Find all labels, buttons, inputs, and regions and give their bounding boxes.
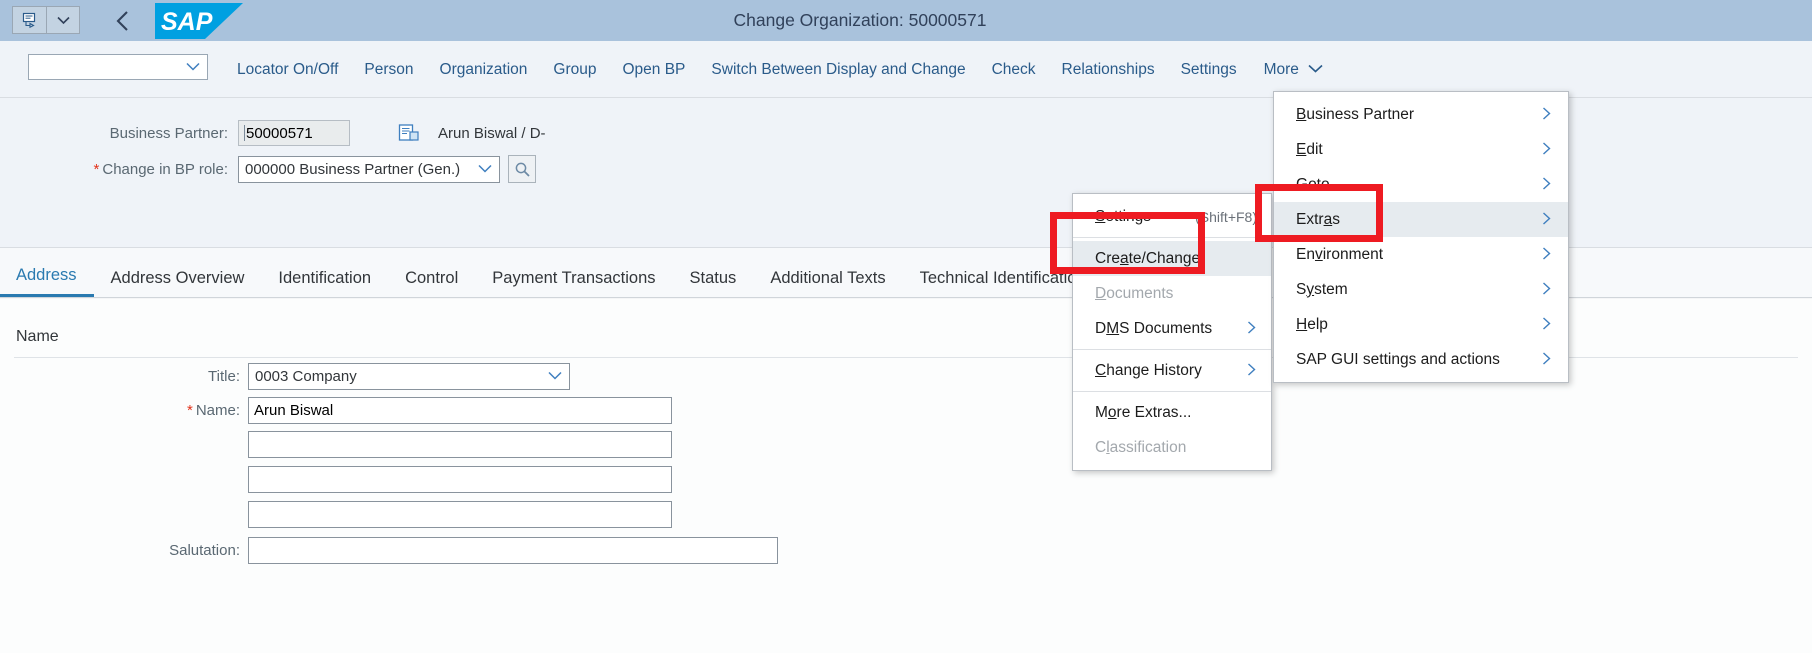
chevron-right-icon — [1220, 320, 1257, 338]
name-line2-row — [248, 431, 672, 458]
menu-item-environment[interactable]: Environment — [1274, 237, 1568, 272]
name-label: Name: — [195, 402, 240, 419]
tab-payment-transactions[interactable]: Payment Transactions — [475, 269, 672, 297]
toolbar-select[interactable] — [28, 54, 208, 80]
title-row: Title: 0003 Company — [60, 363, 570, 390]
name-line4-row — [248, 501, 672, 528]
toolbar-item-switch-display-change[interactable]: Switch Between Display and Change — [698, 41, 978, 98]
chevron-right-icon — [1515, 246, 1552, 264]
bp-role-value: 000000 Business Partner (Gen.) — [245, 160, 461, 178]
tab-address[interactable]: Address — [0, 266, 94, 297]
application-toolbar: Locator On/Off Person Organization Group… — [0, 41, 1812, 98]
chevron-down-icon — [547, 369, 563, 384]
system-button-group[interactable] — [12, 6, 80, 34]
sap-gui-window: SAP Change Organization: 50000571 Locato… — [0, 0, 1812, 653]
bp-input-value: 50000571 — [246, 124, 313, 142]
menu-item-change-history[interactable]: Change History — [1073, 353, 1271, 388]
menu-item-edit[interactable]: Edit — [1274, 132, 1568, 167]
toolbar-item-check[interactable]: Check — [979, 41, 1049, 98]
toolbar-items: Locator On/Off Person Organization Group… — [224, 41, 1338, 98]
chevron-down-icon[interactable] — [46, 7, 79, 33]
page-title-text: Change Organization: 50000571 — [733, 10, 987, 30]
chevron-right-icon — [1515, 106, 1552, 124]
chevron-down-icon — [477, 162, 493, 177]
title-bar: SAP Change Organization: 50000571 — [0, 0, 1812, 41]
chevron-down-icon — [185, 60, 201, 75]
tab-address-overview[interactable]: Address Overview — [94, 269, 262, 297]
toolbar-item-more[interactable]: More — [1250, 41, 1338, 98]
name-row: * Name: Arun Biswal — [60, 397, 672, 424]
menu-item-create-change[interactable]: Create/Change — [1073, 241, 1271, 276]
menu-item-extras[interactable]: Extras — [1274, 202, 1568, 237]
menu-item-system[interactable]: System — [1274, 272, 1568, 307]
toolbar-more-label: More — [1263, 60, 1299, 78]
title-select-value: 0003 Company — [255, 368, 357, 385]
menu-divider — [1073, 391, 1271, 392]
toolbar-item-person[interactable]: Person — [351, 41, 426, 98]
extras-submenu: Settings (Shift+F8) Create/Change Docume… — [1072, 193, 1272, 471]
bp-role-select[interactable]: 000000 Business Partner (Gen.) — [238, 155, 500, 183]
title-label: Title: — [208, 368, 240, 385]
chevron-right-icon — [1515, 211, 1552, 229]
salutation-input[interactable] — [248, 537, 778, 564]
tab-status[interactable]: Status — [673, 269, 754, 297]
more-dropdown-menu: Business Partner Edit Goto Extras Enviro… — [1273, 91, 1569, 383]
toolbar-item-open-bp[interactable]: Open BP — [610, 41, 699, 98]
command-field-icon[interactable] — [13, 7, 46, 33]
name-section-title: Name — [16, 328, 59, 345]
chevron-down-icon — [1307, 62, 1324, 77]
chevron-right-icon — [1515, 351, 1552, 369]
chevron-right-icon — [1515, 141, 1552, 159]
menu-item-sap-gui-settings-label: SAP GUI settings and actions — [1296, 350, 1500, 368]
chevron-right-icon — [1515, 176, 1552, 194]
chevron-right-icon — [1515, 316, 1552, 334]
required-indicator: * — [186, 402, 193, 419]
menu-item-more-extras[interactable]: More Extras... — [1073, 395, 1271, 430]
menu-item-classification: Classification — [1095, 438, 1187, 456]
required-indicator: * — [93, 160, 100, 178]
bp-input[interactable]: 50000571 — [238, 120, 350, 146]
salutation-label: Salutation: — [169, 542, 240, 559]
menu-item-help[interactable]: Help — [1274, 307, 1568, 342]
name-input[interactable]: Arun Biswal — [248, 397, 672, 424]
name-line3-input[interactable] — [248, 466, 672, 493]
menu-item-goto[interactable]: Goto — [1274, 167, 1568, 202]
tab-identification[interactable]: Identification — [261, 269, 388, 297]
name-line2-input[interactable] — [248, 431, 672, 458]
sap-logo: SAP — [155, 3, 243, 39]
menu-item-sap-gui-settings-and-actions[interactable]: SAP GUI settings and actions — [1274, 342, 1568, 377]
document-partner-icon[interactable] — [398, 123, 420, 143]
menu-divider — [1073, 237, 1271, 238]
tab-control[interactable]: Control — [388, 269, 475, 297]
bp-person-name: Arun Biswal / D- — [438, 124, 546, 142]
bp-label: Business Partner: — [109, 124, 228, 142]
toolbar-item-settings[interactable]: Settings — [1168, 41, 1250, 98]
tab-additional-texts[interactable]: Additional Texts — [753, 269, 902, 297]
bp-row: Business Partner: 50000571 Arun Biswal /… — [92, 120, 546, 146]
chevron-right-icon — [1220, 362, 1257, 380]
name-line4-input[interactable] — [248, 501, 672, 528]
toolbar-item-relationships[interactable]: Relationships — [1049, 41, 1168, 98]
menu-item-dms-documents[interactable]: DMS Documents — [1073, 311, 1271, 346]
page-title: Change Organization: 50000571 — [0, 0, 1812, 41]
toolbar-item-organization[interactable]: Organization — [427, 41, 541, 98]
name-line3-row — [248, 466, 672, 493]
bp-role-row: * Change in BP role: 000000 Business Par… — [78, 155, 536, 183]
svg-text:SAP: SAP — [161, 8, 213, 36]
bp-role-label: Change in BP role: — [102, 160, 228, 178]
toolbar-item-group[interactable]: Group — [540, 41, 609, 98]
menu-item-settings[interactable]: Settings (Shift+F8) — [1073, 199, 1271, 234]
menu-divider — [1073, 349, 1271, 350]
name-input-value: Arun Biswal — [254, 402, 334, 419]
title-select[interactable]: 0003 Company — [248, 363, 570, 390]
search-icon[interactable] — [508, 155, 536, 183]
salutation-row: Salutation: — [60, 537, 778, 564]
back-chevron-icon[interactable] — [110, 8, 136, 34]
menu-item-settings-shortcut: (Shift+F8) — [1195, 208, 1257, 225]
menu-item-business-partner[interactable]: Business Partner — [1274, 97, 1568, 132]
menu-item-documents: Documents — [1095, 284, 1174, 302]
toolbar-item-locator[interactable]: Locator On/Off — [224, 41, 351, 98]
chevron-right-icon — [1515, 281, 1552, 299]
